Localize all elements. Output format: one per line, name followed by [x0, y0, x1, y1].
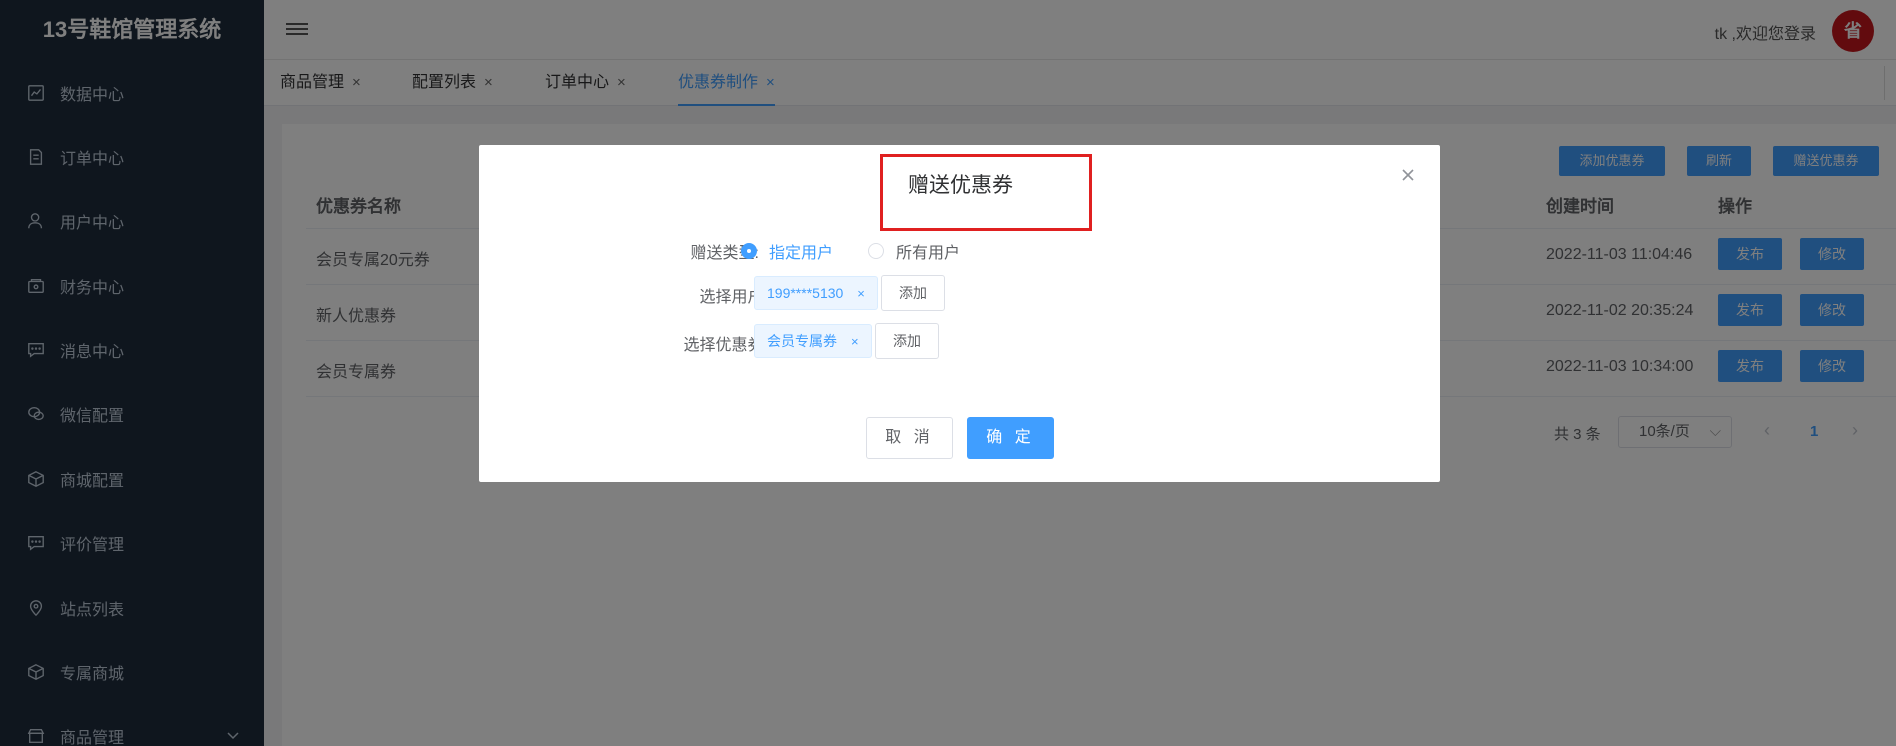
cancel-button[interactable]: 取 消 — [866, 417, 953, 459]
radio-all-users[interactable]: 所有用户 — [868, 239, 960, 263]
gift-type-label: 赠送类型: — [690, 245, 759, 262]
gift-coupon-dialog: 赠送优惠券 赠送类型: 指定用户 所有用户 选择用户: 199****5130 ×… — [479, 145, 1440, 482]
coupon-tag: 会员专属券 × — [754, 324, 872, 358]
tag-text: 会员专属券 — [767, 333, 837, 349]
tag-close-icon[interactable]: × — [851, 334, 859, 349]
radio-circle — [868, 243, 884, 259]
radio-label: 指定用户 — [769, 245, 834, 262]
close-icon[interactable] — [1400, 167, 1416, 183]
radio-specific-user[interactable]: 指定用户 — [741, 239, 833, 263]
select-user-label: 选择用户: — [699, 289, 768, 306]
confirm-button[interactable]: 确 定 — [967, 417, 1054, 459]
radio-circle — [741, 243, 757, 259]
add-coupon-dialog-button[interactable]: 添加 — [875, 323, 939, 359]
tag-close-icon[interactable]: × — [857, 286, 865, 301]
user-tag: 199****5130 × — [754, 276, 878, 310]
add-user-button[interactable]: 添加 — [881, 275, 945, 311]
radio-label: 所有用户 — [896, 245, 961, 262]
highlight-box — [880, 154, 1092, 231]
tag-text: 199****5130 — [767, 285, 844, 301]
select-coupon-label: 选择优惠券: — [683, 337, 768, 354]
